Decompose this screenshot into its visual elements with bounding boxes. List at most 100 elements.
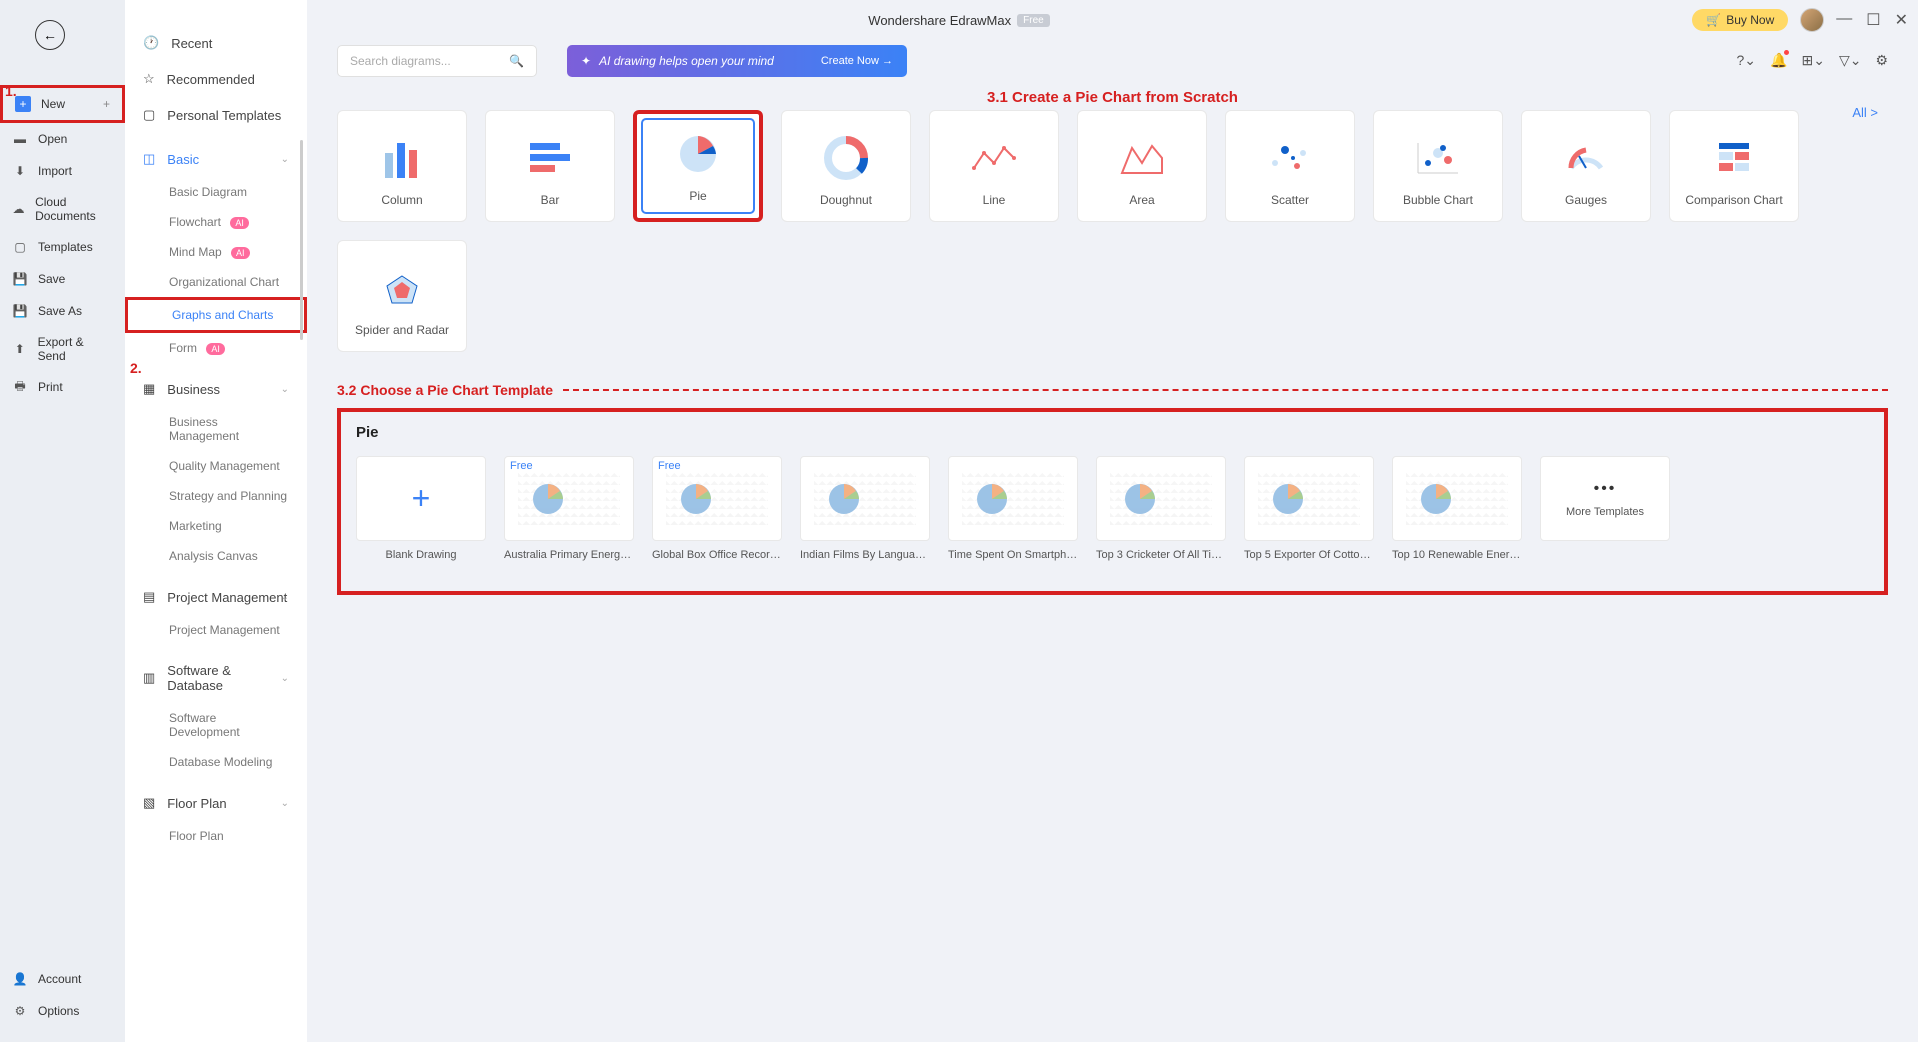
annotation-1: 1. bbox=[5, 83, 17, 99]
template-tile[interactable]: Time Spent On Smartphon... bbox=[948, 456, 1078, 561]
dotted-line bbox=[563, 389, 1888, 391]
nav-options[interactable]: ⚙ Options bbox=[0, 995, 125, 1027]
cat-basic-label: Basic bbox=[167, 152, 199, 167]
cat-form[interactable]: Form AI bbox=[125, 333, 307, 363]
template-label: Top 3 Cricketer Of All Time bbox=[1096, 549, 1226, 561]
help-icon[interactable]: ?⌄ bbox=[1737, 52, 1757, 69]
tile-bar[interactable]: Bar bbox=[485, 110, 615, 222]
search-input[interactable]: Search diagrams... 🔍 bbox=[337, 45, 537, 77]
software-icon: ▥ bbox=[143, 670, 155, 686]
nav-print-label: Print bbox=[38, 380, 63, 394]
main-area: Search diagrams... 🔍 ✦ AI drawing helps … bbox=[307, 0, 1918, 1042]
nav-save[interactable]: 💾 Save bbox=[0, 263, 125, 295]
ai-banner[interactable]: ✦ AI drawing helps open your mind Create… bbox=[567, 45, 907, 77]
scrollbar[interactable] bbox=[300, 140, 303, 340]
settings-icon[interactable]: ⚙ bbox=[1875, 52, 1888, 69]
cat-graphs-charts[interactable]: Graphs and Charts bbox=[125, 297, 307, 333]
notification-icon[interactable]: 🔔 bbox=[1770, 52, 1787, 69]
ai-badge: AI bbox=[231, 247, 250, 259]
tile-column[interactable]: Column bbox=[337, 110, 467, 222]
tile-bubble[interactable]: Bubble Chart bbox=[1373, 110, 1503, 222]
tile-comparison[interactable]: Comparison Chart bbox=[1669, 110, 1799, 222]
nav-cloud-label: Cloud Documents bbox=[35, 195, 113, 223]
template-thumb: Free bbox=[504, 456, 634, 541]
category-panel: 🕐 Recent ☆ Recommended ▢ Personal Templa… bbox=[125, 0, 307, 1042]
template-tile[interactable]: FreeAustralia Primary Energy C... bbox=[504, 456, 634, 561]
cat-flowchart-label: Flowchart bbox=[169, 215, 221, 229]
nav-cloud[interactable]: ☁ Cloud Documents bbox=[0, 187, 125, 231]
nav-new-label: New bbox=[41, 97, 65, 111]
cat-business[interactable]: ▦ Business ⌄ bbox=[125, 371, 307, 407]
cat-basic-diagram[interactable]: Basic Diagram bbox=[125, 177, 307, 207]
tile-scatter[interactable]: Scatter bbox=[1225, 110, 1355, 222]
chart-preview bbox=[1406, 469, 1508, 527]
template-tile[interactable]: +Blank Drawing bbox=[356, 456, 486, 561]
all-link[interactable]: All > bbox=[1852, 105, 1878, 120]
tile-label: Pie bbox=[689, 189, 706, 203]
cat-biz-mgmt[interactable]: Business Management bbox=[125, 407, 307, 451]
chart-preview bbox=[814, 469, 916, 527]
star-icon: ☆ bbox=[143, 71, 155, 87]
cat-org-chart[interactable]: Organizational Chart bbox=[125, 267, 307, 297]
filter-icon[interactable]: ▽⌄ bbox=[1839, 52, 1862, 69]
nav-open[interactable]: ▬ Open bbox=[0, 123, 125, 155]
cat-floor-label: Floor Plan bbox=[167, 796, 226, 811]
tile-doughnut[interactable]: Doughnut bbox=[781, 110, 911, 222]
cat-personal[interactable]: ▢ Personal Templates bbox=[125, 97, 307, 133]
tile-area[interactable]: Area bbox=[1077, 110, 1207, 222]
template-tile[interactable]: Top 5 Exporter Of Cotton B... bbox=[1244, 456, 1374, 561]
template-thumb bbox=[1392, 456, 1522, 541]
cloud-icon: ☁ bbox=[12, 201, 25, 217]
cat-marketing[interactable]: Marketing bbox=[125, 511, 307, 541]
nav-save-as[interactable]: 💾 Save As bbox=[0, 295, 125, 327]
nav-export-label: Export & Send bbox=[38, 335, 113, 363]
tile-gauges[interactable]: Gauges bbox=[1521, 110, 1651, 222]
ai-banner-text: AI drawing helps open your mind bbox=[599, 54, 774, 68]
chevron-down-icon: ⌄ bbox=[281, 384, 289, 395]
cat-sw-dev[interactable]: Software Development bbox=[125, 703, 307, 747]
template-tile[interactable]: FreeGlobal Box Office Record ... bbox=[652, 456, 782, 561]
cat-software[interactable]: ▥ Software & Database ⌄ bbox=[125, 653, 307, 703]
nav-print[interactable]: 🖶 Print bbox=[0, 371, 125, 403]
nav-open-label: Open bbox=[38, 132, 67, 146]
cat-personal-label: Personal Templates bbox=[167, 108, 281, 123]
cat-recommended[interactable]: ☆ Recommended bbox=[125, 61, 307, 97]
chevron-down-icon: ⌄ bbox=[281, 592, 289, 603]
templates-icon: ▢ bbox=[12, 239, 28, 255]
cat-db-model[interactable]: Database Modeling bbox=[125, 747, 307, 777]
cat-floor-plan[interactable]: Floor Plan bbox=[125, 821, 307, 851]
cat-quality[interactable]: Quality Management bbox=[125, 451, 307, 481]
nav-account[interactable]: 👤 Account bbox=[0, 963, 125, 995]
template-icon: ▢ bbox=[143, 107, 155, 123]
tile-pie[interactable]: Pie bbox=[633, 110, 763, 222]
nav-templates[interactable]: ▢ Templates bbox=[0, 231, 125, 263]
nav-account-label: Account bbox=[38, 972, 81, 986]
cat-project[interactable]: ▤ Project Management ⌄ bbox=[125, 579, 307, 615]
sparkle-icon: ✦ bbox=[581, 54, 591, 68]
chart-preview bbox=[962, 469, 1064, 527]
cat-strategy[interactable]: Strategy and Planning bbox=[125, 481, 307, 511]
template-tile[interactable]: Indian Films By Language ... bbox=[800, 456, 930, 561]
cat-project-label: Project Management bbox=[167, 590, 287, 605]
template-tile[interactable]: Top 10 Renewable Energy S... bbox=[1392, 456, 1522, 561]
cat-analysis[interactable]: Analysis Canvas bbox=[125, 541, 307, 571]
ai-banner-action: Create Now → bbox=[821, 55, 893, 67]
tile-line[interactable]: Line bbox=[929, 110, 1059, 222]
cat-floor[interactable]: ▧ Floor Plan ⌄ bbox=[125, 785, 307, 821]
nav-new[interactable]: + New + bbox=[0, 85, 125, 123]
template-tile[interactable]: •••More Templates bbox=[1540, 456, 1670, 561]
back-button[interactable]: ← bbox=[35, 20, 65, 50]
nav-import[interactable]: ⬇ Import bbox=[0, 155, 125, 187]
tile-spider[interactable]: Spider and Radar bbox=[337, 240, 467, 352]
nav-options-label: Options bbox=[38, 1004, 79, 1018]
cat-mindmap-label: Mind Map bbox=[169, 245, 222, 259]
cat-mindmap[interactable]: Mind Map AI bbox=[125, 237, 307, 267]
dots-icon: ••• bbox=[1566, 480, 1644, 498]
cat-proj-mgmt[interactable]: Project Management bbox=[125, 615, 307, 645]
cat-recent[interactable]: 🕐 Recent bbox=[125, 25, 307, 61]
cat-basic[interactable]: ◫ Basic ⌄ bbox=[125, 141, 307, 177]
cat-flowchart[interactable]: Flowchart AI bbox=[125, 207, 307, 237]
template-tile[interactable]: Top 3 Cricketer Of All Time bbox=[1096, 456, 1226, 561]
nav-export[interactable]: ⬆ Export & Send bbox=[0, 327, 125, 371]
apps-icon[interactable]: ⊞⌄ bbox=[1801, 52, 1824, 69]
